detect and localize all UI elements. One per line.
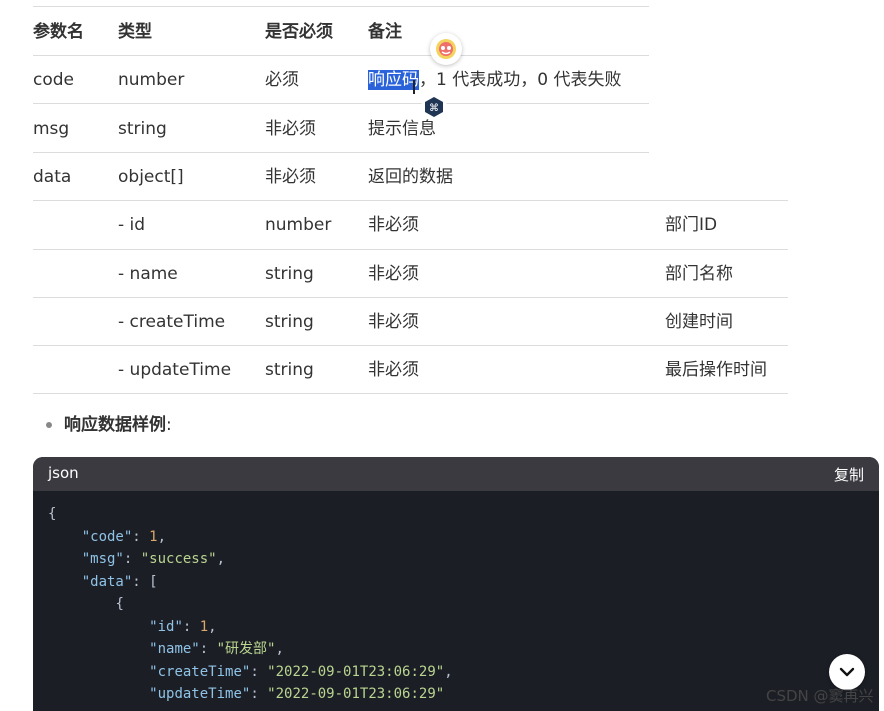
- row-divider: [33, 103, 649, 104]
- row-divider: [33, 345, 788, 346]
- subrow-id-name: - id: [118, 215, 146, 235]
- row-divider: [33, 249, 788, 250]
- subrow-updatetime-required: 非必须: [368, 360, 419, 380]
- subrow-createtime-remark: 创建时间: [665, 312, 733, 332]
- code-language-label: json: [48, 464, 79, 482]
- subrow-name-remark: 部门名称: [665, 264, 733, 284]
- table-top-border: [33, 6, 649, 7]
- subrow-updatetime-type: string: [265, 360, 314, 380]
- subrow-updatetime-name: - updateTime: [118, 360, 232, 380]
- table-row-data-required: 非必须: [265, 167, 316, 187]
- row-divider: [33, 55, 649, 56]
- table-row-msg-type: string: [118, 119, 167, 139]
- header-param-name: 参数名: [33, 22, 84, 42]
- subrow-name-name: - name: [118, 264, 178, 284]
- table-row-data-type: object[]: [118, 167, 184, 187]
- watermark: CSDN @窦再兴: [766, 687, 874, 705]
- code-block-header: json 复制: [33, 457, 879, 491]
- section-heading: 响应数据样例:: [64, 415, 172, 435]
- subrow-createtime-required: 非必须: [368, 312, 419, 332]
- subrow-id-required: 非必须: [368, 215, 419, 235]
- code-content[interactable]: { "code": 1, "msg": "success", "data": […: [33, 491, 879, 706]
- table-row-msg-name: msg: [33, 119, 70, 139]
- subrow-id-type: number: [265, 215, 332, 235]
- header-type: 类型: [118, 22, 152, 42]
- table-row-data-name: data: [33, 167, 72, 187]
- table-row-code-name: code: [33, 70, 74, 90]
- remark-rest: ，1 代表成功，0 代表失败: [419, 70, 622, 90]
- row-divider: [33, 200, 788, 201]
- bullet-dot: [46, 422, 52, 428]
- table-row-code-remark[interactable]: 响应码，1 代表成功，0 代表失败: [368, 69, 621, 91]
- header-remark: 备注: [368, 22, 402, 42]
- assistant-logo-icon[interactable]: [430, 33, 462, 65]
- subrow-updatetime-remark: 最后操作时间: [665, 360, 767, 380]
- copy-button[interactable]: 复制: [834, 464, 864, 485]
- header-required: 是否必须: [265, 22, 333, 42]
- row-divider: [33, 297, 788, 298]
- translate-icon[interactable]: ⌘: [421, 94, 447, 120]
- chevron-down-icon: [839, 667, 855, 677]
- text-cursor-icon: [413, 80, 415, 94]
- table-row-code-type: number: [118, 70, 185, 90]
- subrow-id-remark: 部门ID: [665, 215, 718, 235]
- selected-text[interactable]: 响应码: [368, 70, 419, 90]
- subrow-name-required: 非必须: [368, 264, 419, 284]
- row-divider: [33, 152, 649, 153]
- table-row-data-remark: 返回的数据: [368, 167, 453, 187]
- svg-text:⌘: ⌘: [429, 103, 439, 114]
- subrow-createtime-name: - createTime: [118, 312, 226, 332]
- table-row-msg-required: 非必须: [265, 119, 316, 139]
- code-block: json 复制 { "code": 1, "msg": "success", "…: [33, 457, 879, 711]
- table-bottom-border: [33, 393, 788, 394]
- table-row-code-required: 必须: [265, 70, 299, 90]
- subrow-createtime-type: string: [265, 312, 314, 332]
- table-row-msg-remark: 提示信息: [368, 119, 436, 139]
- subrow-name-type: string: [265, 264, 314, 284]
